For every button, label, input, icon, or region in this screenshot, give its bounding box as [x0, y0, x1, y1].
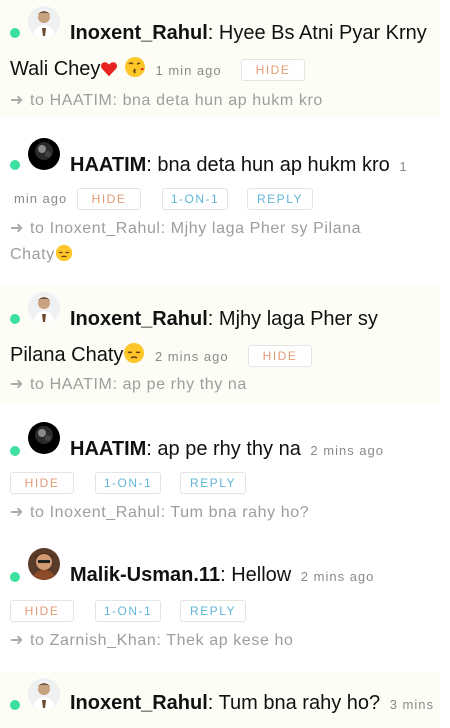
timestamp: min ago	[14, 191, 68, 206]
message-text: Wali Chey	[10, 58, 101, 80]
arrow-right-icon: ➜	[10, 92, 25, 109]
online-status-dot	[10, 160, 20, 170]
username[interactable]: Malik-Usman.11	[70, 564, 220, 586]
hide-button[interactable]: HIDE	[10, 600, 74, 622]
arrow-right-icon: ➜	[10, 376, 25, 393]
chat-message: HAATIM: bna deta hun ap hukm kro 1 min a…	[0, 134, 440, 270]
username[interactable]: Inoxent_Rahul	[70, 22, 208, 44]
online-status-dot	[10, 700, 20, 710]
pensive-emoji-icon	[55, 244, 73, 271]
timestamp: 2 mins ago	[310, 443, 384, 458]
chat-message: Inoxent_Rahul: Hyee Bs Atni Pyar Krny Wa…	[0, 0, 440, 118]
timestamp: 1 min ago	[155, 63, 222, 78]
reply-context: ➜ to HAATIM: bna deta hun ap hukm kro	[10, 92, 323, 109]
kiss-emoji-icon	[124, 56, 146, 84]
chat-message: Malik-Usman.11: Hellow 2 mins ago HIDE 1…	[0, 546, 440, 662]
reply-context: ➜ to Zarnish_Khan: Thek ap kese ho	[10, 632, 294, 649]
reply-button[interactable]: REPLY	[180, 472, 246, 494]
message-text: bna deta hun ap hukm kro	[157, 154, 390, 176]
pensive-emoji-icon	[123, 342, 145, 370]
timestamp: 3 mins	[389, 697, 434, 712]
heart-emoji-icon	[100, 60, 118, 84]
chat-message: Inoxent_Rahul: Tum bna rahy ho? 3 mins	[0, 672, 440, 728]
user-avatar[interactable]	[28, 292, 60, 324]
username[interactable]: HAATIM	[70, 154, 146, 176]
hide-button[interactable]: HIDE	[10, 472, 74, 494]
message-text: Tum bna rahy ho?	[218, 692, 381, 714]
message-text: ap pe rhy thy na	[157, 438, 301, 460]
user-avatar[interactable]	[28, 422, 60, 454]
username[interactable]: Inoxent_Rahul	[70, 308, 208, 330]
hide-button[interactable]: HIDE	[77, 188, 141, 210]
reply-button[interactable]: REPLY	[180, 600, 246, 622]
one-on-one-button[interactable]: 1-ON-1	[95, 600, 161, 622]
one-on-one-button[interactable]: 1-ON-1	[162, 188, 228, 210]
user-avatar[interactable]	[28, 678, 60, 710]
arrow-right-icon: ➜	[10, 220, 25, 237]
online-status-dot	[10, 446, 20, 456]
chat-message: HAATIM: ap pe rhy thy na 2 mins ago HIDE…	[0, 418, 440, 534]
online-status-dot	[10, 314, 20, 324]
user-avatar[interactable]	[28, 138, 60, 170]
user-avatar[interactable]	[28, 548, 60, 580]
user-avatar[interactable]	[28, 6, 60, 38]
arrow-right-icon: ➜	[10, 504, 25, 521]
timestamp: 2 mins ago	[300, 569, 375, 584]
username[interactable]: HAATIM	[70, 438, 146, 460]
reply-button[interactable]: REPLY	[247, 188, 313, 210]
reply-context: ➜ to HAATIM: ap pe rhy thy na	[10, 376, 247, 393]
hide-button[interactable]: HIDE	[248, 345, 312, 367]
one-on-one-button[interactable]: 1-ON-1	[95, 472, 161, 494]
message-text: Pilana Chaty	[10, 344, 124, 366]
username[interactable]: Inoxent_Rahul	[70, 692, 208, 714]
timestamp: 2 mins ago	[154, 349, 229, 364]
hide-button[interactable]: HIDE	[241, 59, 305, 81]
message-text: Mjhy laga Pher sy	[218, 308, 378, 330]
chat-message: Inoxent_Rahul: Mjhy laga Pher sy Pilana …	[0, 286, 440, 404]
reply-context: ➜ to Inoxent_Rahul: Mjhy laga Pher sy Pil…	[10, 216, 361, 271]
online-status-dot	[10, 572, 20, 582]
online-status-dot	[10, 28, 20, 38]
reply-context: ➜ to Inoxent_Rahul: Tum bna rahy ho?	[10, 504, 310, 521]
message-text: Hellow	[231, 564, 292, 586]
arrow-right-icon: ➜	[10, 632, 25, 649]
timestamp: 1	[399, 159, 408, 174]
message-text: Hyee Bs Atni Pyar Krny	[218, 22, 427, 44]
